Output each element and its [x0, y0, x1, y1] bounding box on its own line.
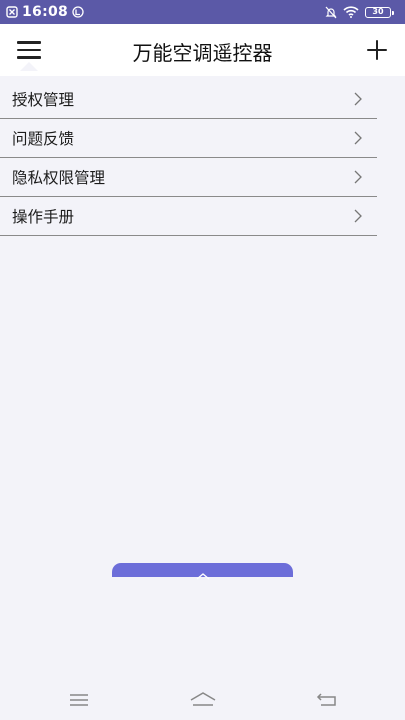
system-nav-bar [0, 680, 405, 720]
chevron-right-icon [353, 208, 363, 224]
app-notification-icon [72, 6, 84, 18]
chevron-right-icon [353, 130, 363, 146]
wifi-icon [343, 6, 359, 18]
nav-menu-icon[interactable] [64, 688, 94, 712]
status-right: 30 [325, 6, 394, 19]
nav-home-icon[interactable] [188, 688, 218, 712]
menu-item-authorization[interactable]: 授权管理 [0, 80, 377, 119]
status-bar: 16:08 30 [0, 0, 405, 24]
mute-icon [325, 6, 337, 19]
battery-icon: 30 [365, 6, 394, 18]
menu-item-feedback[interactable]: 问题反馈 [0, 119, 377, 158]
page-title: 万能空调遥控器 [132, 41, 273, 65]
chevron-right-icon [353, 91, 363, 107]
notification-icon [6, 6, 18, 18]
app-bar: 万能空调遥控器 [0, 24, 405, 76]
status-left: 16:08 [6, 4, 84, 20]
dropdown-menu: 授权管理 问题反馈 隐私权限管理 操作手册 [0, 80, 377, 236]
chevron-up-icon [195, 565, 211, 584]
battery-level: 30 [372, 7, 384, 16]
menu-item-manual[interactable]: 操作手册 [0, 197, 377, 236]
plus-icon[interactable] [363, 36, 391, 64]
menu-item-label: 授权管理 [12, 91, 75, 109]
menu-item-label: 操作手册 [12, 208, 75, 226]
chevron-right-icon [353, 169, 363, 185]
status-time: 16:08 [22, 4, 69, 20]
menu-item-label: 隐私权限管理 [12, 169, 106, 187]
pull-up-tab[interactable] [112, 563, 293, 580]
nav-back-icon[interactable] [312, 688, 342, 712]
menu-item-privacy[interactable]: 隐私权限管理 [0, 158, 377, 197]
menu-item-label: 问题反馈 [12, 130, 75, 148]
